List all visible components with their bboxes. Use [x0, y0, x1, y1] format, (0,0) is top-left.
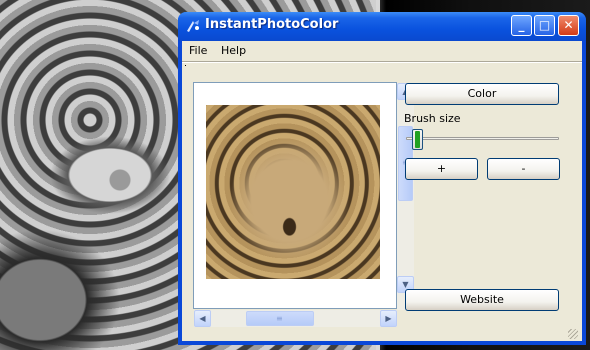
brush-size-slider-track[interactable]	[406, 137, 559, 140]
menu-bar: File Help	[182, 41, 582, 61]
minimize-icon: _	[518, 18, 525, 32]
status-dot	[185, 65, 186, 66]
horizontal-scrollbar[interactable]: ◀ ≡ ▶	[194, 310, 397, 327]
resize-grip[interactable]	[568, 329, 578, 339]
maximize-button[interactable]: □	[534, 15, 555, 36]
brush-size-label: Brush size	[404, 112, 461, 125]
brush-size-slider-thumb[interactable]	[412, 129, 423, 150]
close-button[interactable]: ✕	[558, 15, 579, 36]
window-client-area: File Help ▲ ≡ ▼ ◀	[182, 41, 582, 341]
title-bar[interactable]: InstantPhotoColor _ □ ✕	[178, 12, 586, 41]
increase-brush-button[interactable]: +	[405, 158, 478, 180]
grip-icon: ≡	[276, 314, 283, 323]
window-title: InstantPhotoColor	[205, 17, 339, 32]
menu-separator	[182, 61, 582, 63]
maximize-icon: □	[538, 18, 551, 32]
horizontal-scroll-thumb[interactable]: ≡	[246, 311, 314, 326]
scroll-left-icon: ◀	[199, 314, 206, 323]
app-window: InstantPhotoColor _ □ ✕ File Help ▲ ≡	[178, 12, 586, 345]
scroll-down-icon: ▼	[402, 280, 409, 289]
menu-file[interactable]: File	[189, 44, 207, 57]
minimize-button[interactable]: _	[511, 15, 532, 36]
scroll-right-button[interactable]: ▶	[380, 310, 397, 327]
website-button[interactable]: Website	[405, 289, 559, 311]
image-viewport[interactable]: ▲ ≡ ▼ ◀ ≡ ▶	[193, 82, 414, 327]
decrease-brush-button[interactable]: -	[487, 158, 560, 180]
sepia-leopard-image[interactable]	[206, 105, 380, 279]
color-button[interactable]: Color	[405, 83, 559, 105]
app-icon	[187, 20, 199, 32]
scroll-left-button[interactable]: ◀	[194, 310, 211, 327]
close-icon: ✕	[563, 18, 574, 32]
scroll-right-icon: ▶	[385, 314, 392, 323]
menu-help[interactable]: Help	[221, 44, 246, 57]
